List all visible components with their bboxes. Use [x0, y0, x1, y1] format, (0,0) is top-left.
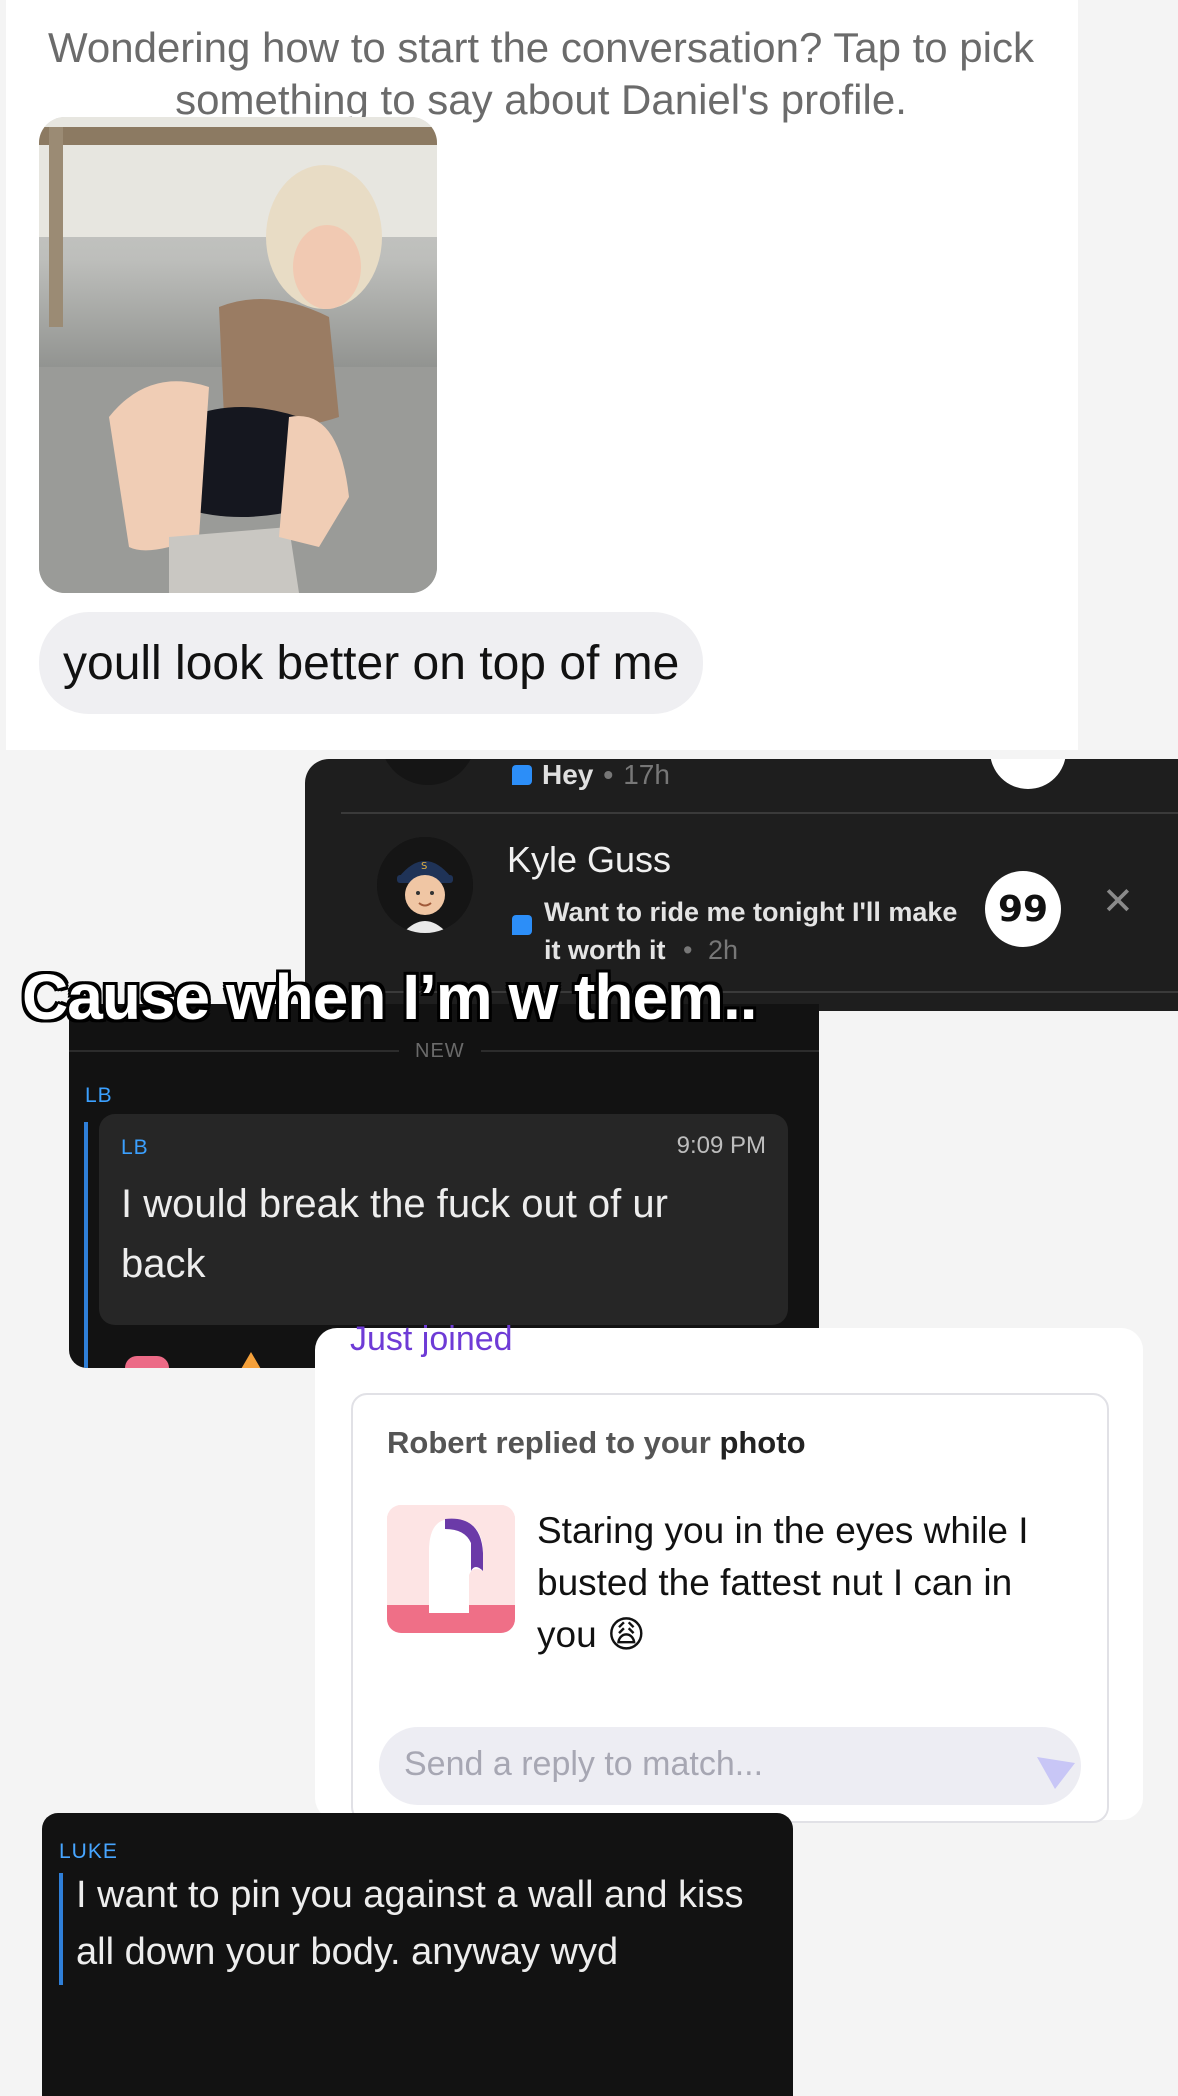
notification-card[interactable]: Robert replied to your photo Staring you… — [351, 1393, 1109, 1823]
profile-prompt-panel: Wondering how to start the conversation?… — [6, 0, 1078, 750]
contact-name[interactable]: Kyle Guss — [507, 839, 671, 881]
reaction-star-icon[interactable] — [237, 1352, 265, 1368]
send-icon[interactable] — [1035, 1755, 1077, 1791]
separator-dot: • — [603, 759, 614, 790]
profile-photo[interactable] — [39, 117, 437, 593]
chat-time: 17h — [623, 759, 670, 790]
chat-thread-panel: NEW LB LB 9:09 PM I would break the fuck… — [69, 1004, 819, 1368]
avatar[interactable]: S — [377, 837, 473, 933]
chat-bubble-icon — [512, 915, 532, 935]
svg-text:S: S — [421, 861, 427, 872]
avatar-placeholder[interactable] — [387, 1505, 515, 1633]
sender-label: LB — [121, 1136, 149, 1159]
conversation-starter-prompt[interactable]: Wondering how to start the conversation?… — [46, 22, 1036, 126]
chat-preview-text: Want to ride me tonight I'll make it wor… — [544, 897, 958, 965]
message-accent-bar — [84, 1122, 88, 1368]
chat-preview-text: Hey — [542, 759, 594, 790]
notification-title: Robert replied to your photo — [387, 1425, 806, 1461]
message-accent-bar — [59, 1873, 63, 1985]
chat-preview-row[interactable]: Want to ride me tonight I'll make it wor… — [512, 893, 962, 969]
profile-placeholder-icon — [387, 1505, 515, 1633]
chat-bubble-icon — [512, 765, 532, 785]
sender-label: LUKE — [59, 1840, 118, 1863]
notification-prefix: Robert replied to your — [387, 1425, 711, 1460]
row-divider — [341, 812, 1178, 814]
match-reply-panel: Just joined Robert replied to your photo… — [315, 1320, 1143, 1823]
chat-thread-panel-luke: LUKE I want to pin you against a wall an… — [42, 1813, 793, 2096]
sent-message-bubble[interactable]: youll look better on top of me — [39, 612, 704, 714]
profile-photo-figure — [39, 117, 437, 593]
message-time: 9:09 PM — [676, 1132, 766, 1159]
close-icon[interactable]: ✕ — [1102, 879, 1134, 924]
notification-photo-link[interactable]: photo — [719, 1425, 805, 1460]
chat-preview-row-top[interactable]: Hey • 17h — [512, 759, 670, 791]
bitmoji-icon: S — [377, 837, 473, 933]
reply-input[interactable]: Send a reply to match... — [379, 1727, 1081, 1805]
quick-reply-button[interactable]: 99 — [985, 871, 1061, 947]
weary-face-icon: 😩 — [606, 1614, 646, 1655]
reaction-heart-icon[interactable] — [125, 1356, 169, 1368]
avatar[interactable] — [380, 759, 476, 785]
reply-input-placeholder: Send a reply to match... — [404, 1745, 764, 1783]
quick-reply-button[interactable] — [990, 759, 1066, 789]
message-card[interactable]: LB 9:09 PM I would break the fuck out of… — [99, 1114, 788, 1325]
section-header: Just joined — [350, 1320, 513, 1358]
reply-message: Staring you in the eyes while I busted t… — [537, 1505, 1067, 1661]
message-text: I would break the fuck out of ur back — [121, 1182, 668, 1286]
sender-label: LB — [85, 1084, 113, 1107]
message-text[interactable]: I want to pin you against a wall and kis… — [76, 1867, 776, 1981]
video-caption: Cause when I’m w them.. — [22, 961, 757, 1033]
new-divider-label: NEW — [399, 1040, 481, 1063]
